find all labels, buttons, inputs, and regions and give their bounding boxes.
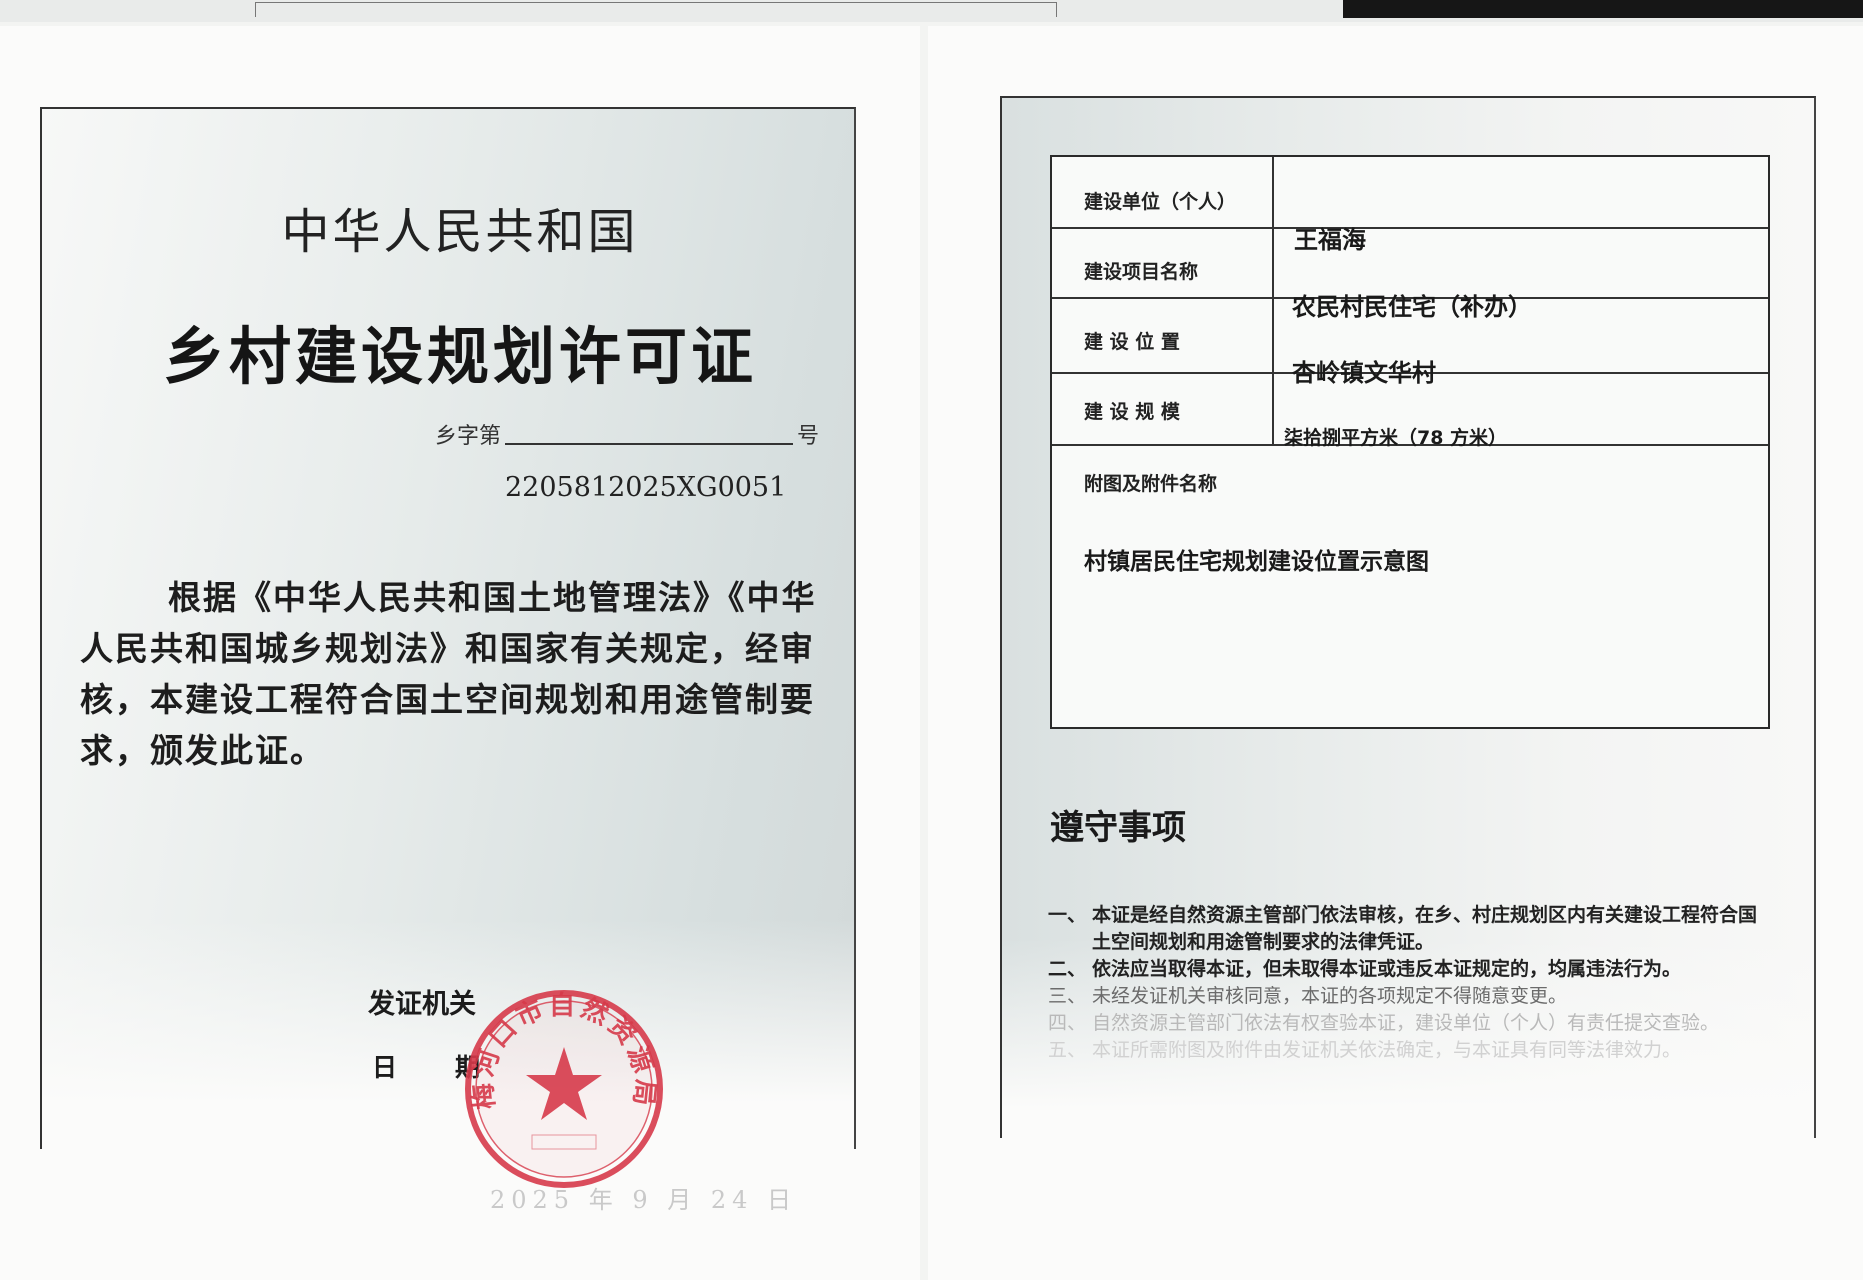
- notice-item: 五、 本证所需附图及附件由发证机关依法确定，与本证具有同等法律效力。: [1048, 1039, 1682, 1061]
- permit-title: 乡村建设规划许可证: [162, 320, 757, 393]
- notice-item: 一、 本证是经自然资源主管部门依法审核，在乡、村庄规划区内有关建设工程符合国土空间…: [1048, 904, 1758, 953]
- table-row-divider: [1052, 227, 1768, 229]
- scale-label: 建 设 规 模: [1084, 401, 1180, 423]
- number-prefix: 乡字第: [435, 424, 502, 449]
- notice-item: 四、 自然资源主管部门依法有权查验本证，建设单位（个人）有责任提交查验。: [1048, 1012, 1720, 1034]
- location-label: 建 设 位 置: [1084, 331, 1180, 353]
- certificate-number: 2205812025XG0051: [505, 472, 787, 503]
- notice-title: 遵守事项: [1050, 808, 1186, 848]
- construction-unit-label: 建设单位（个人）: [1084, 191, 1237, 213]
- background-strip: [0, 0, 1863, 22]
- background-table-edge: [255, 2, 1057, 17]
- scale-value: 柒拾捌平方米（78 方米）: [1284, 427, 1508, 449]
- permit-body-text: 根据《中华人民共和国土地管理法》《中华人民共和国城乡规划法》和国家有关规定，经审…: [80, 578, 817, 770]
- attachment-value: 村镇居民住宅规划建设位置示意图: [1084, 549, 1429, 575]
- project-name-label: 建设项目名称: [1084, 261, 1199, 283]
- construction-unit-value: 王福海: [1294, 226, 1366, 254]
- notice-list: 一、 本证是经自然资源主管部门依法审核，在乡、村庄规划区内有关建设工程符合国土空间…: [1048, 902, 1773, 1064]
- background-dark-area: [1343, 0, 1863, 18]
- number-suffix: 号: [797, 424, 820, 449]
- notice-item: 三、 未经发证机关审核同意，本证的各项规定不得随意变更。: [1048, 985, 1568, 1007]
- project-name-value: 农民村民住宅（补办）: [1292, 293, 1532, 321]
- number-underline: [505, 443, 793, 445]
- project-info-table: 建设单位（个人） 建设项目名称 建 设 位 置 建 设 规 模 王福海 农民村民…: [1050, 155, 1770, 729]
- official-seal-icon: 梅河口市自然资源局: [465, 990, 663, 1188]
- table-column-divider: [1272, 157, 1274, 444]
- notice-item: 二、 依法应当取得本证，但未取得本证或违反本证规定的，均属违法行为。: [1048, 958, 1682, 980]
- country-heading: 中华人民共和国: [281, 204, 639, 260]
- attachment-label: 附图及附件名称: [1084, 473, 1218, 495]
- location-value: 杏岭镇文华村: [1292, 359, 1436, 387]
